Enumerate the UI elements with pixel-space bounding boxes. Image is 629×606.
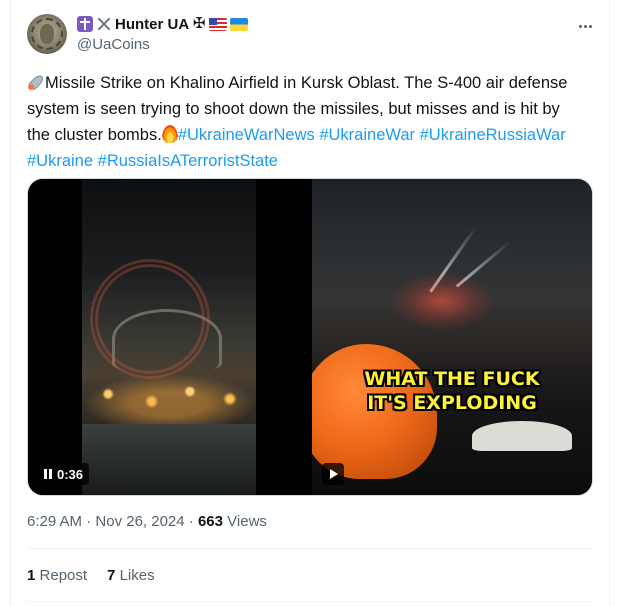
orthodox-cross-icon — [77, 16, 93, 32]
likes-count: 7 — [107, 567, 116, 584]
avatar[interactable] — [27, 14, 67, 54]
video-duration-badge[interactable]: 0:36 — [38, 463, 90, 485]
reposts-stat[interactable]: 1 Repost — [27, 567, 87, 584]
meta-separator: · — [188, 513, 194, 530]
hashtag-link[interactable]: #RussiaIsATerroristState — [98, 152, 278, 170]
video-caption-line-2: IT'S EXPLODING — [367, 392, 537, 414]
play-icon[interactable] — [322, 463, 344, 485]
video-1-ground — [82, 424, 256, 495]
reposts-label: Repost — [39, 567, 88, 584]
media-grid: 0:36 WHAT THE FUCK IT'S EXPLODING — [27, 178, 593, 496]
video-thumbnail-2[interactable]: WHAT THE FUCK IT'S EXPLODING — [312, 179, 592, 495]
crossed-swords-icon — [96, 16, 112, 32]
engagement-stats: 1 Repost 7 Likes — [27, 567, 155, 584]
more-options-icon[interactable] — [575, 16, 595, 36]
likes-stat[interactable]: 7 Likes — [107, 567, 155, 584]
reposts-count: 1 — [27, 567, 36, 584]
divider — [27, 548, 593, 549]
author-name-row[interactable]: Hunter UA ✠ — [77, 14, 249, 34]
video-1-watermark — [90, 259, 210, 379]
video-2-bowl — [472, 421, 572, 451]
video-1-lights — [82, 374, 256, 424]
hashtag-link[interactable]: #UkraineWar — [319, 126, 415, 144]
tweet-date[interactable]: Nov 26, 2024 — [95, 513, 184, 530]
pause-icon — [44, 469, 52, 479]
tweet-text: Missile Strike on Khalino Airfield in Ku… — [27, 70, 587, 174]
us-flag-icon — [209, 17, 228, 31]
hashtag-link[interactable]: #UkraineRussiaWar — [420, 126, 566, 144]
hashtag-link[interactable]: #UkraineWarNews — [178, 126, 315, 144]
tweet-meta: 6:29 AM · Nov 26, 2024 · 663 Views — [27, 513, 267, 530]
tweet-time[interactable]: 6:29 AM — [27, 513, 82, 530]
avatar-coin-portrait — [40, 24, 54, 44]
meta-separator: · — [86, 513, 92, 530]
author-handle[interactable]: @UaCoins — [77, 36, 150, 53]
likes-label: Likes — [119, 567, 155, 584]
video-2-explosion-glow — [392, 274, 492, 329]
author-display-name[interactable]: Hunter UA — [115, 16, 189, 33]
views-count: 663 — [197, 513, 223, 530]
divider — [27, 601, 593, 602]
tweet-card: Hunter UA ✠ @UaCoins Missile Strike on K… — [10, 0, 610, 606]
iron-cross-icon: ✠ — [192, 15, 206, 32]
video-caption: WHAT THE FUCK IT'S EXPLODING — [342, 367, 562, 415]
video-thumbnail-1[interactable]: 0:36 — [28, 179, 310, 495]
views-label: Views — [227, 513, 267, 530]
fire-icon — [161, 125, 178, 143]
rocket-icon — [27, 73, 45, 91]
video-caption-line-1: WHAT THE FUCK — [364, 368, 540, 390]
hashtag-link[interactable]: #Ukraine — [27, 152, 93, 170]
video-duration: 0:36 — [57, 466, 84, 482]
ukraine-flag-icon — [230, 17, 249, 31]
